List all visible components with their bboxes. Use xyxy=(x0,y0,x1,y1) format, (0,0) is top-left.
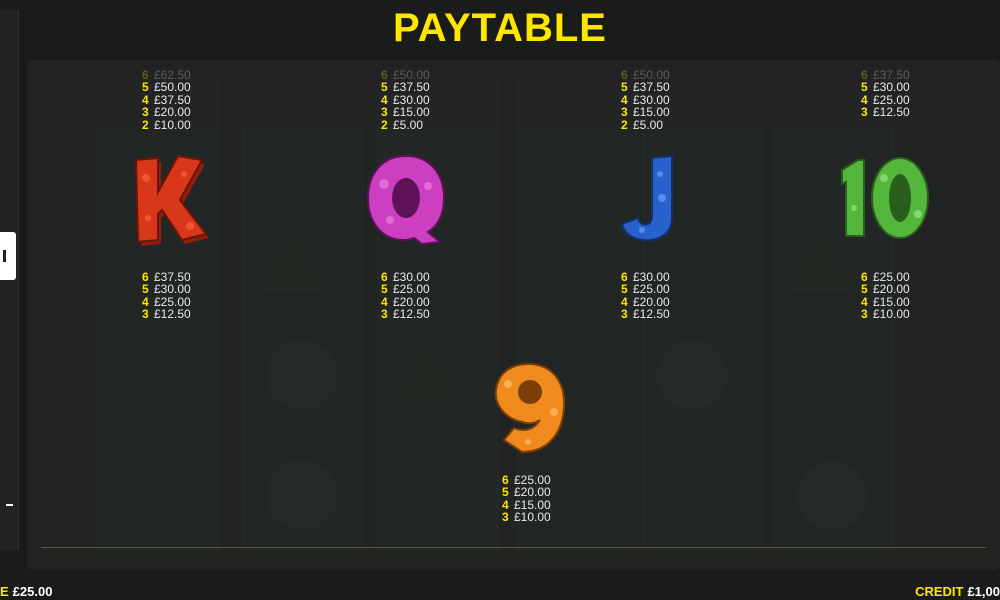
pay-table-top-3: 6 £50.00 5 £37.50 4 £30.00 3 £15.00 2 £5.00 xyxy=(621,68,670,132)
pay-table-top-1: 6 £62.50 5 £50.00 4 £37.50 3 £20.00 2 £10.00 xyxy=(142,68,191,132)
status-bar: E £25.00 CREDIT £1,00 xyxy=(0,581,1000,600)
credit-display: CREDIT £1,00 xyxy=(915,584,1000,599)
credit-label: CREDIT xyxy=(915,584,964,599)
q-symbol-icon xyxy=(366,154,446,246)
pay-table-k: 6 £37.50 5 £30.00 4 £25.00 3 £12.50 xyxy=(142,270,191,322)
minus-icon[interactable] xyxy=(6,504,13,506)
bet-display[interactable]: E £25.00 xyxy=(0,584,52,599)
bet-value: £25.00 xyxy=(12,584,53,599)
side-menu-edge xyxy=(0,10,19,550)
pay-table-j: 6 £30.00 5 £25.00 4 £20.00 3 £12.50 xyxy=(621,270,670,322)
page-title: PAYTABLE xyxy=(393,6,607,50)
menu-toggle-tab[interactable] xyxy=(0,232,16,280)
k-symbol-icon xyxy=(134,154,209,246)
pay-table-9: 6 £25.00 5 £20.00 4 £15.00 3 £10.00 xyxy=(502,473,551,525)
pay-table-top-4: 6 £37.50 5 £30.00 4 £25.00 3 £12.50 xyxy=(861,68,910,120)
nine-symbol-icon xyxy=(494,362,566,454)
panel-divider xyxy=(41,547,986,548)
ten-symbol-icon xyxy=(841,157,929,239)
bet-label: E xyxy=(0,584,9,599)
credit-value: £1,00 xyxy=(967,584,1000,599)
pay-table-10: 6 £25.00 5 £20.00 4 £15.00 3 £10.00 xyxy=(861,270,910,322)
pay-table-top-2: 6 £50.00 5 £37.50 4 £30.00 3 £15.00 2 £5.00 xyxy=(381,68,430,132)
pay-table-q: 6 £30.00 5 £25.00 4 £20.00 3 £12.50 xyxy=(381,270,430,322)
j-symbol-icon xyxy=(620,154,673,242)
